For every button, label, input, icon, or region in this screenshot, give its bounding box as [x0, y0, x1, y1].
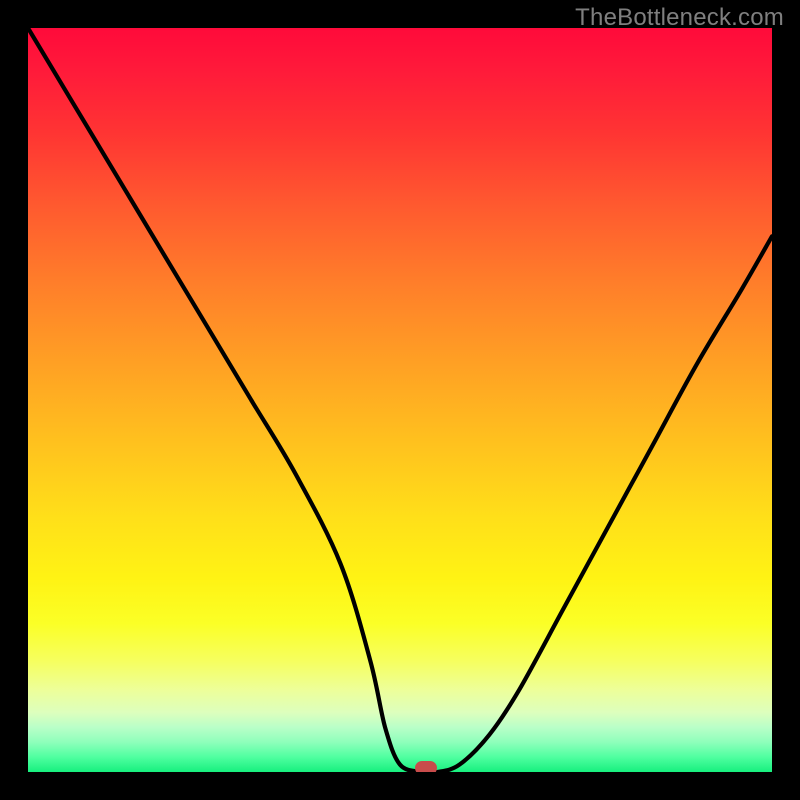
curve-svg — [28, 28, 772, 772]
chart-frame: TheBottleneck.com — [0, 0, 800, 800]
bottleneck-curve — [28, 28, 772, 772]
plot-area — [28, 28, 772, 772]
watermark-text: TheBottleneck.com — [575, 4, 784, 32]
minimum-marker — [415, 761, 437, 772]
